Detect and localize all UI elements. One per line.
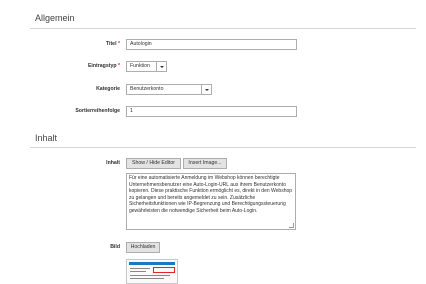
image-label-text: Bild: [110, 244, 120, 250]
category-select[interactable]: Benutzerkonto: [126, 84, 212, 95]
image-thumbnail[interactable]: [126, 259, 178, 284]
sort-order-input[interactable]: 1: [126, 106, 297, 117]
entry-type-value: Funktion: [130, 63, 150, 69]
category-label-text: Kategorie: [96, 86, 120, 92]
title-input[interactable]: Autologin: [126, 39, 297, 50]
entry-type-label-text: Eintragstyp: [87, 63, 117, 69]
thumbnail-highlight-box: [153, 267, 175, 273]
entry-type-select[interactable]: Funktion: [126, 61, 167, 72]
title-label-text: Titel: [105, 41, 117, 47]
sort-order-label-text: Sortierreihenfolge: [75, 108, 120, 114]
chevron-down-icon: [201, 85, 211, 94]
resize-handle-icon[interactable]: [289, 223, 294, 228]
required-marker: *: [117, 63, 120, 69]
entry-type-label: Eintragstyp *: [30, 63, 120, 70]
content-text: Für eine automatisierte Anmeldung im Web…: [129, 175, 293, 214]
show-hide-editor-button[interactable]: Show / Hide Editor: [126, 158, 181, 169]
section-title-content: Inhalt: [35, 133, 58, 143]
thumbnail-text-line: [130, 271, 146, 272]
section-title-general: Allgemein: [35, 13, 75, 23]
required-marker: *: [117, 41, 120, 47]
category-label: Kategorie: [30, 86, 120, 93]
thumbnail-text-line: [130, 275, 170, 276]
image-label: Bild: [30, 244, 120, 251]
thumbnail-header-bar: [129, 262, 175, 265]
title-label: Titel *: [30, 41, 120, 48]
category-value: Benutzerkonto: [130, 86, 164, 92]
thumbnail-text-line: [130, 278, 164, 279]
chevron-down-icon: [156, 62, 166, 71]
sort-order-label: Sortierreihenfolge: [30, 108, 120, 115]
section-divider: [30, 147, 416, 148]
content-textarea[interactable]: Für eine automatisierte Anmeldung im Web…: [126, 173, 296, 230]
section-divider: [30, 28, 416, 29]
insert-image-button[interactable]: Insert Image...: [183, 158, 227, 169]
content-label: Inhalt: [30, 160, 120, 167]
upload-button[interactable]: Hochladen: [126, 242, 160, 253]
thumbnail-text-line: [130, 268, 150, 269]
content-label-text: Inhalt: [106, 160, 120, 166]
